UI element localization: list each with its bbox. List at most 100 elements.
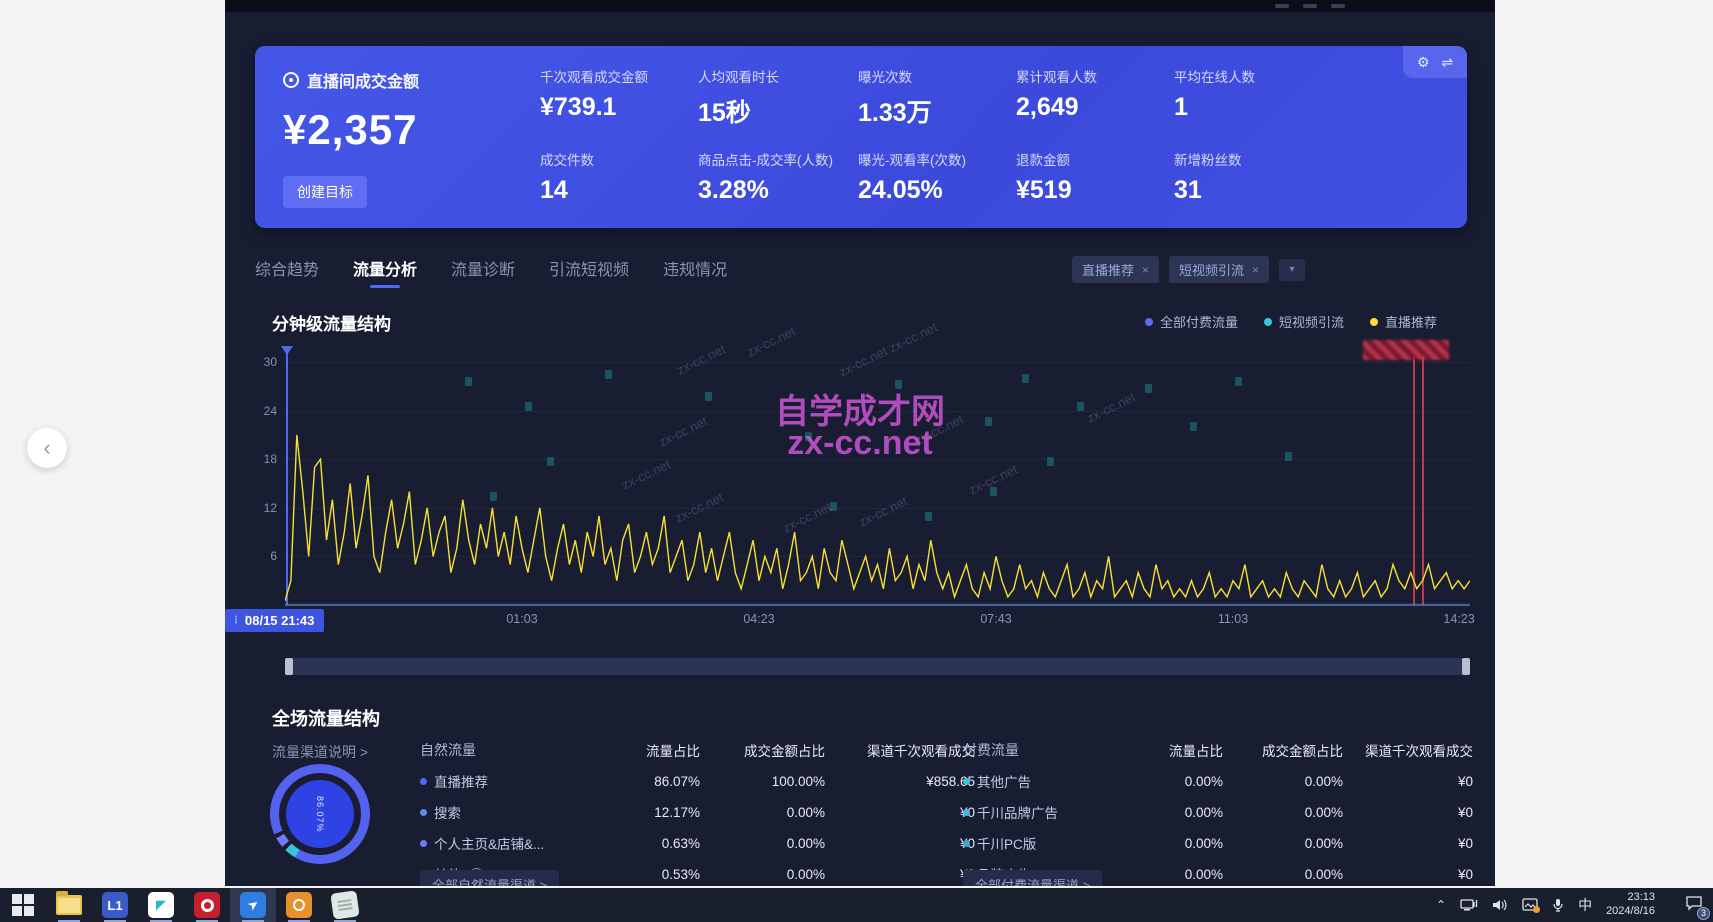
traffic-share: 0.00% xyxy=(1123,805,1223,820)
traffic-share: 0.63% xyxy=(595,836,700,851)
traffic-minute-chart[interactable]: 302418126 xyxy=(285,362,1470,605)
start-button[interactable] xyxy=(0,888,46,922)
close-icon[interactable]: × xyxy=(1252,263,1259,277)
ime-indicator[interactable]: 中 xyxy=(1578,895,1592,915)
create-goal-button[interactable]: 创建目标 xyxy=(283,176,367,208)
metric-value: ¥519 xyxy=(1016,176,1174,205)
taskbar-app-meeting[interactable]: ◤ xyxy=(138,888,184,922)
gear-icon[interactable]: ⚙ xyxy=(1417,54,1430,71)
donut-center-label: 86.07% xyxy=(315,796,325,833)
video-artifact xyxy=(1285,452,1292,461)
taskbar-app-l1[interactable]: L1 xyxy=(92,888,138,922)
tray-time: 23:13 xyxy=(1606,891,1655,905)
video-artifact xyxy=(465,377,472,386)
x-axis-ticks: 01:0304:2307:4311:0314:23 xyxy=(285,612,1470,630)
metric-value: 3.28% xyxy=(698,176,858,205)
tab-流量诊断[interactable]: 流量诊断 xyxy=(451,256,515,288)
time-range-start-tag[interactable]: ⋮⋮ 08/15 21:43 xyxy=(225,609,324,632)
network-icon[interactable] xyxy=(1460,898,1478,912)
per-thousand-gmv: ¥858.65 xyxy=(825,774,975,789)
chip-label: 直播推荐 xyxy=(1082,260,1134,279)
chart-legend: 全部付费流量 短视频引流 直播推荐 xyxy=(1145,312,1437,331)
taskbar-app-explorer[interactable] xyxy=(46,888,92,922)
video-artifact xyxy=(1190,422,1197,431)
legend-item-直播推荐[interactable]: 直播推荐 xyxy=(1370,312,1437,331)
legend-dot-icon xyxy=(1370,318,1378,326)
banner-toolbar: ⚙ ⇌ xyxy=(1403,46,1467,78)
filter-chip-短视频引流[interactable]: 短视频引流× xyxy=(1169,256,1269,283)
gmv-share: 0.00% xyxy=(1223,867,1343,882)
tray-date: 2024/8/16 xyxy=(1606,905,1655,919)
channel-name: 个人主页&店铺&... xyxy=(420,833,595,853)
desktop: 直播间成交金额 ¥2,357 创建目标 千次观看成交金额 ¥739.1人均观看时… xyxy=(0,0,1713,922)
legend-item-短视频引流[interactable]: 短视频引流 xyxy=(1264,312,1344,331)
notification-center-icon[interactable]: 3 xyxy=(1685,895,1703,916)
all-natural-channels-link[interactable]: 全部自然流量渠道 > xyxy=(420,870,559,886)
x-axis-line xyxy=(285,605,1470,606)
tray-chevron-up-icon[interactable]: ⌃ xyxy=(1436,898,1446,912)
swap-icon[interactable]: ⇌ xyxy=(1441,54,1453,71)
table-row-直播推荐: 直播推荐86.07%100.00%¥858.65 xyxy=(420,771,975,791)
tray-clock[interactable]: 23:13 2024/8/16 xyxy=(1606,891,1655,919)
metric-value: 1 xyxy=(1174,93,1347,122)
legend-item-全部付费流量[interactable]: 全部付费流量 xyxy=(1145,312,1238,331)
x-tick-label: 07:43 xyxy=(980,612,1011,626)
chart-range-slider[interactable] xyxy=(285,658,1470,675)
per-thousand-gmv: ¥0 xyxy=(825,867,975,882)
taskbar-app-notes[interactable] xyxy=(322,888,368,922)
column-header: 渠道千次观看成交 xyxy=(825,740,975,760)
y-tick-label: 30 xyxy=(264,355,277,369)
filter-chip-直播推荐[interactable]: 直播推荐 × xyxy=(1072,256,1159,283)
chip-dropdown-chevron-icon[interactable]: ▾ xyxy=(1279,259,1305,281)
close-icon[interactable]: × xyxy=(1142,263,1149,277)
gmv-share: 0.00% xyxy=(1223,774,1343,789)
table-row-千川品牌广告: 千川品牌广告0.00%0.00%¥0 xyxy=(963,802,1473,822)
slider-handle-right[interactable] xyxy=(1462,658,1470,675)
metric-label: 平均在线人数 xyxy=(1174,66,1347,86)
paid-traffic-table: 付费流量流量占比成交金额占比渠道千次观看成交其他广告0.00%0.00%¥0千川… xyxy=(963,740,1473,884)
window-titlebar xyxy=(225,0,1495,12)
column-header: 成交金额占比 xyxy=(700,740,825,760)
watermark-tile: zx-cc.net xyxy=(744,323,797,359)
drag-grip-icon: ⋮⋮ xyxy=(231,615,239,626)
taskbar-app-red-ring[interactable] xyxy=(184,888,230,922)
channel-dot-icon xyxy=(420,840,427,847)
channel-note-link[interactable]: 流量渠道说明 > xyxy=(272,742,368,762)
metric-label: 退款金额 xyxy=(1016,149,1174,169)
taskbar-app-cursor-active[interactable]: ➤ xyxy=(230,888,276,922)
slider-handle-left[interactable] xyxy=(285,658,293,675)
tab-引流短视频[interactable]: 引流短视频 xyxy=(549,256,629,288)
channel-name: 千川PC版 xyxy=(963,833,1123,853)
metric-value: 2,649 xyxy=(1016,93,1174,122)
video-artifact xyxy=(925,512,932,521)
tab-综合趋势[interactable]: 综合趋势 xyxy=(255,256,319,288)
all-paid-channels-link[interactable]: 全部付费流量渠道 > xyxy=(963,870,1102,886)
volume-icon[interactable] xyxy=(1492,898,1508,912)
window-controls[interactable] xyxy=(1275,4,1345,8)
primary-metric-title: 直播间成交金额 xyxy=(283,68,523,92)
prev-page-button[interactable]: ‹ xyxy=(27,428,67,468)
screen-capture-icon[interactable] xyxy=(1522,898,1538,912)
metric-label: 新增粉丝数 xyxy=(1174,149,1347,169)
traffic-donut-chart[interactable]: 86.07% xyxy=(270,764,370,864)
stream-start-flag-icon xyxy=(281,346,293,355)
video-artifact xyxy=(805,432,812,441)
per-thousand-gmv: ¥0 xyxy=(1343,836,1473,851)
metric-3: 累计观看人数 2,649 xyxy=(1016,66,1174,129)
slider-track[interactable] xyxy=(293,658,1462,675)
channel-name: 搜索 xyxy=(420,802,595,822)
table-row-搜索: 搜索12.17%0.00%¥0 xyxy=(420,802,975,822)
metric-7: 曝光-观看率(次数) 24.05% xyxy=(858,149,1016,205)
taskbar-app-orange[interactable] xyxy=(276,888,322,922)
microphone-icon[interactable] xyxy=(1552,898,1564,913)
metric-label: 千次观看成交金额 xyxy=(540,66,698,86)
stream-end-marker-badge[interactable] xyxy=(1363,340,1449,360)
per-thousand-gmv: ¥0 xyxy=(1343,805,1473,820)
y-tick-label: 24 xyxy=(264,404,277,418)
video-artifact xyxy=(1077,402,1084,411)
x-tick-label: 04:23 xyxy=(743,612,774,626)
per-thousand-gmv: ¥0 xyxy=(1343,867,1473,882)
tab-流量分析[interactable]: 流量分析 xyxy=(353,256,417,288)
natural-traffic-table: 自然流量流量占比成交金额占比渠道千次观看成交直播推荐86.07%100.00%¥… xyxy=(420,740,975,884)
tab-违规情况[interactable]: 违规情况 xyxy=(663,256,727,288)
